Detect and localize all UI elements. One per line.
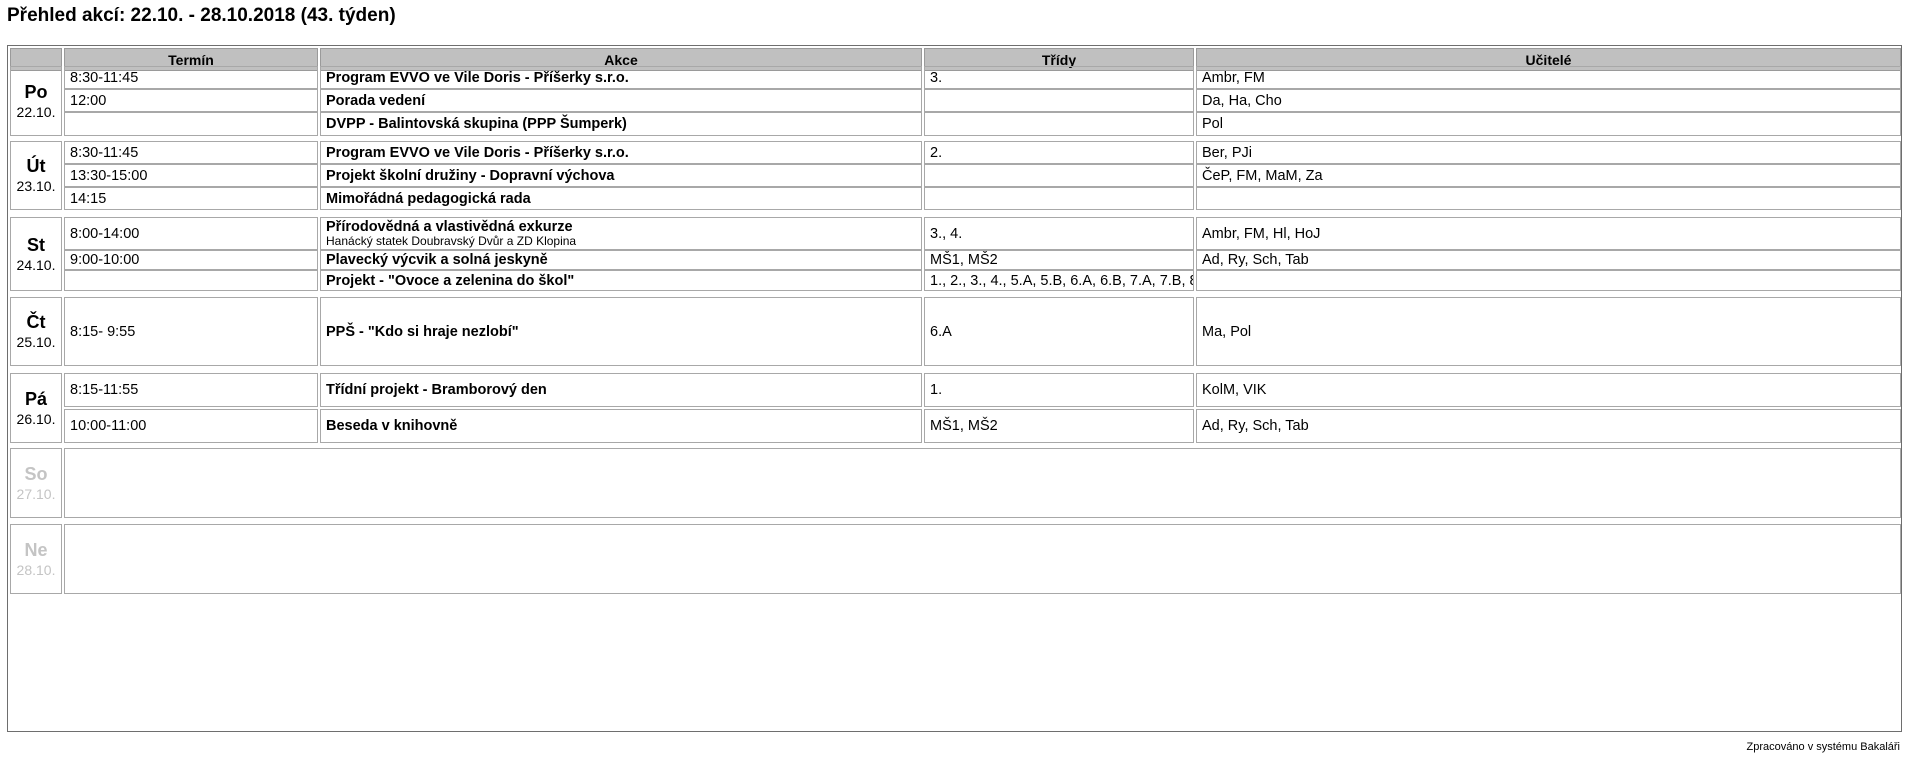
cell-event: Projekt - "Ovoce a zelenina do škol" <box>320 270 922 291</box>
cell-event: Projekt školní družiny - Dopravní výchov… <box>320 164 922 187</box>
cell-classes: 1., 2., 3., 4., 5.A, 5.B, 6.A, 6.B, 7.A,… <box>924 270 1194 291</box>
day-name: Čt <box>26 312 46 332</box>
event-title: Program EVVO ve Vile Doris - Příšerky s.… <box>326 144 629 161</box>
day-label: Út 23.10. <box>10 141 62 210</box>
day-date: 24.10. <box>16 256 56 273</box>
cell-time: 9:00-10:00 <box>64 250 318 270</box>
day-date: 26.10. <box>16 410 56 427</box>
day-label: St 24.10. <box>10 217 62 291</box>
event-title: Beseda v knihovně <box>326 418 458 434</box>
cell-teachers: ČeP, FM, MaM, Za <box>1196 164 1901 187</box>
cell-classes <box>924 187 1194 210</box>
day-name: Út <box>26 156 46 176</box>
cell-time: 8:00-14:00 <box>64 217 318 250</box>
cell-time <box>64 112 318 136</box>
cell-classes: MŠ1, MŠ2 <box>924 250 1194 270</box>
cell-time: 8:30-11:45 <box>64 66 318 89</box>
cell-classes: 3., 4. <box>924 217 1194 250</box>
cell-classes: 2. <box>924 141 1194 164</box>
cell-classes <box>924 89 1194 112</box>
schedule-table: Termín Akce Třídy Učitelé Po 22.10. 8:30-1… <box>7 45 1902 732</box>
event-title: Přírodovědná a vlastivědná exkurze <box>326 219 573 235</box>
event-title: Plavecký výcvik a solná jeskyně <box>326 252 548 268</box>
cell-time: 12:00 <box>64 89 318 112</box>
cell-teachers: Ad, Ry, Sch, Tab <box>1196 250 1901 270</box>
cell-time: 14:15 <box>64 187 318 210</box>
cell-teachers: Ma, Pol <box>1196 297 1901 366</box>
cell-teachers <box>1196 187 1901 210</box>
cell-teachers: KolM, VIK <box>1196 373 1901 407</box>
event-note: Hanácký statek Doubravský Dvůr a ZD Klop… <box>326 234 577 248</box>
cell-teachers: Ad, Ry, Sch, Tab <box>1196 409 1901 443</box>
cell-classes <box>924 164 1194 187</box>
cell-event: Třídní projekt - Bramborový den <box>320 373 922 407</box>
day-name: Po <box>24 81 48 102</box>
cell-event: Přírodovědná a vlastivědná exkurze Hanáck… <box>320 217 922 250</box>
cell-teachers <box>1196 270 1901 291</box>
day-label: Po 22.10. <box>10 66 62 136</box>
cell-teachers: Pol <box>1196 112 1901 136</box>
footer-credit: Zpracováno v systému Bakaláři <box>1746 741 1900 753</box>
cell-time <box>64 270 318 291</box>
event-title: Mimořádná pedagogická rada <box>326 190 531 207</box>
page-title: Přehled akcí: 22.10. - 28.10.2018 (43. t… <box>7 5 396 26</box>
event-title: Projekt - "Ovoce a zelenina do škol" <box>326 272 575 289</box>
day-date: 28.10. <box>16 561 56 578</box>
cell-teachers: Ber, PJi <box>1196 141 1901 164</box>
empty-day-cell <box>64 524 1901 594</box>
cell-event: Beseda v knihovně <box>320 409 922 443</box>
cell-event: Plavecký výcvik a solná jeskyně <box>320 250 922 270</box>
cell-classes <box>924 112 1194 136</box>
day-date: 25.10. <box>16 334 56 350</box>
cell-classes: 1. <box>924 373 1194 407</box>
cell-time: 10:00-11:00 <box>64 409 318 443</box>
cell-event: PPŠ - "Kdo si hraje nezlobí" <box>320 297 922 366</box>
day-date: 27.10. <box>16 485 56 502</box>
day-name: Pá <box>24 388 48 409</box>
day-label: Pá 26.10. <box>10 373 62 443</box>
event-title: Program EVVO ve Vile Doris - Příšerky s.… <box>326 69 629 86</box>
empty-day-cell <box>64 448 1901 518</box>
event-title: Třídní projekt - Bramborový den <box>326 382 547 398</box>
day-date: 22.10. <box>16 103 56 120</box>
cell-time: 8:15- 9:55 <box>64 297 318 366</box>
day-name: So <box>24 463 48 484</box>
cell-teachers: Ambr, FM, Hl, HoJ <box>1196 217 1901 250</box>
day-label: Čt 25.10. <box>10 297 62 366</box>
cell-event: Program EVVO ve Vile Doris - Příšerky s.… <box>320 141 922 164</box>
day-date: 23.10. <box>16 178 56 194</box>
cell-classes: 6.A <box>924 297 1194 366</box>
day-label: Ne 28.10. <box>10 524 62 594</box>
day-name: Ne <box>24 539 48 560</box>
cell-event: Program EVVO ve Vile Doris - Příšerky s.… <box>320 66 922 89</box>
event-title: DVPP - Balintovská skupina (PPP Šumperk) <box>326 116 627 132</box>
cell-time: 8:15-11:55 <box>64 373 318 407</box>
day-name: St <box>27 234 45 255</box>
day-label: So 27.10. <box>10 448 62 518</box>
cell-teachers: Ambr, FM <box>1196 66 1901 89</box>
cell-event: Porada vedení <box>320 89 922 112</box>
cell-time: 8:30-11:45 <box>64 141 318 164</box>
event-title: Porada vedení <box>326 92 426 109</box>
cell-teachers: Da, Ha, Cho <box>1196 89 1901 112</box>
event-title: PPŠ - "Kdo si hraje nezlobí" <box>326 323 519 340</box>
event-title: Projekt školní družiny - Dopravní výchov… <box>326 167 615 184</box>
cell-event: Mimořádná pedagogická rada <box>320 187 922 210</box>
cell-classes: MŠ1, MŠ2 <box>924 409 1194 443</box>
cell-event: DVPP - Balintovská skupina (PPP Šumperk) <box>320 112 922 136</box>
cell-time: 13:30-15:00 <box>64 164 318 187</box>
cell-classes: 3. <box>924 66 1194 89</box>
